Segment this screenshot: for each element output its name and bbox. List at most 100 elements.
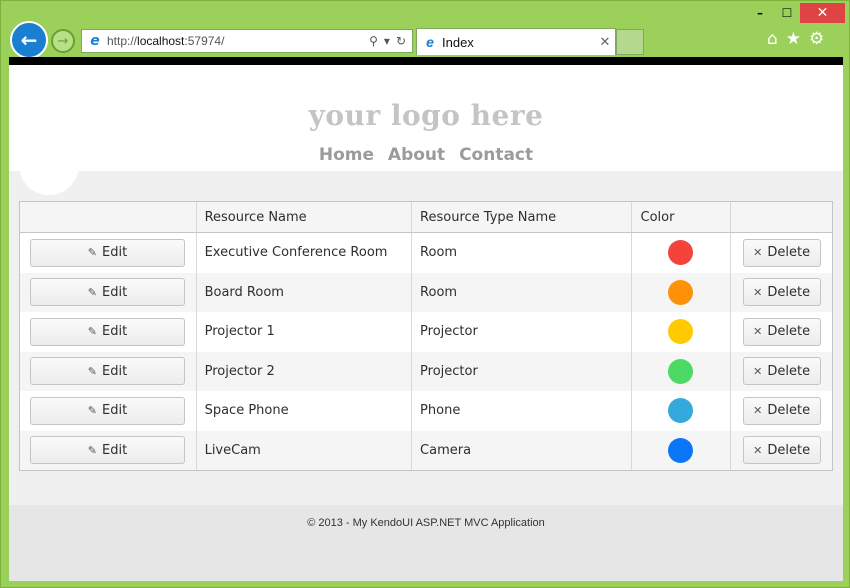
dropdown-icon[interactable]: ▾ (384, 34, 390, 48)
resource-name-cell: Projector 1 (197, 312, 412, 352)
edit-button[interactable]: ✎ Edit (30, 239, 185, 267)
maximize-button[interactable]: ☐ (774, 3, 800, 23)
resource-type-cell: Projector (412, 312, 631, 352)
pencil-icon: ✎ (88, 325, 97, 338)
tab-index[interactable]: e Index ✕ (416, 28, 616, 55)
delete-button[interactable]: ✕Delete (743, 278, 821, 306)
refresh-icon[interactable]: ↻ (396, 34, 406, 48)
resource-name-cell: Space Phone (197, 391, 412, 431)
x-icon: ✕ (753, 365, 762, 378)
back-arrow-icon: ← (21, 28, 38, 52)
edit-button[interactable]: ✎ Edit (30, 278, 185, 306)
column-header-color[interactable]: Color (632, 202, 732, 232)
delete-button[interactable]: ✕Delete (743, 397, 821, 425)
forward-button[interactable]: → (51, 29, 75, 53)
resource-type-cell: Projector (412, 352, 631, 392)
resource-type-cell: Camera (412, 431, 631, 471)
table-row[interactable]: ✎EditExecutive Conference RoomRoom✕Delet… (20, 233, 832, 273)
page-content: your logo here Home About Contact Resour… (9, 65, 843, 581)
delete-button[interactable]: ✕ Delete (743, 357, 821, 385)
x-icon: ✕ (753, 444, 762, 457)
address-bar[interactable]: e http://localhost:57974/ ⚲ ▾ ↻ (81, 29, 413, 53)
pencil-icon: ✎ (88, 286, 97, 299)
delete-label: Delete (767, 443, 810, 458)
decorative-circle (19, 135, 79, 195)
main-nav: Home About Contact (9, 145, 843, 165)
footer-copyright: © 2013 - My KendoUI ASP.NET MVC Applicat… (9, 517, 843, 529)
x-icon: ✕ (753, 404, 762, 417)
edit-button[interactable]: ✎Edit (30, 436, 185, 464)
color-swatch (668, 398, 693, 423)
edit-label: Edit (102, 443, 127, 458)
column-header-resource-type[interactable]: Resource Type Name (412, 202, 631, 232)
color-cell (632, 312, 732, 352)
x-icon: ✕ (753, 286, 762, 299)
delete-label: Delete (767, 245, 810, 260)
settings-gear-icon[interactable]: ⚙ (809, 29, 824, 49)
tab-close-icon[interactable]: ✕ (595, 34, 615, 50)
resource-name-cell: Board Room (197, 273, 412, 313)
color-swatch (668, 438, 693, 463)
nav-contact[interactable]: Contact (459, 145, 533, 165)
edit-cell: ✎Edit (20, 391, 197, 431)
minimize-button[interactable]: – (746, 3, 774, 23)
delete-label: Delete (767, 324, 810, 339)
ie-page-icon: e (87, 33, 103, 49)
color-cell (632, 233, 732, 273)
color-swatch (668, 319, 693, 344)
page-top-bar (9, 57, 843, 65)
column-header-delete (731, 202, 832, 232)
url-text[interactable]: http://localhost:57974/ (107, 34, 369, 48)
search-icon[interactable]: ⚲ (369, 34, 378, 48)
edit-label: Edit (102, 324, 127, 339)
pencil-icon: ✎ (88, 246, 97, 259)
delete-button[interactable]: ✕Delete (743, 318, 821, 346)
site-header: your logo here Home About Contact (9, 65, 843, 171)
delete-cell: ✕Delete (731, 391, 832, 431)
delete-cell: ✕ Delete (731, 352, 832, 392)
color-swatch (668, 280, 693, 305)
pencil-icon: ✎ (88, 404, 97, 417)
ie-tab-icon: e (422, 34, 438, 50)
favorites-star-icon[interactable]: ★ (786, 29, 801, 49)
forward-arrow-icon: → (58, 34, 69, 49)
home-icon[interactable]: ⌂ (767, 29, 778, 49)
edit-cell: ✎ Edit (20, 352, 197, 392)
edit-label: Edit (102, 245, 127, 260)
close-window-button[interactable]: ✕ (800, 3, 845, 23)
nav-about[interactable]: About (388, 145, 445, 165)
delete-button[interactable]: ✕ Delete (743, 239, 821, 267)
delete-label: Delete (767, 364, 810, 379)
resource-type-cell: Phone (412, 391, 631, 431)
title-bar: – ☐ ✕ ← → e http://localhost:57974/ ⚲ ▾ … (1, 1, 850, 57)
back-button[interactable]: ← (10, 21, 48, 59)
site-logo[interactable]: your logo here (9, 99, 843, 132)
x-icon: ✕ (753, 246, 762, 259)
site-footer: © 2013 - My KendoUI ASP.NET MVC Applicat… (9, 505, 843, 581)
edit-button[interactable]: ✎Edit (30, 397, 185, 425)
edit-label: Edit (102, 364, 127, 379)
edit-button[interactable]: ✎ Edit (30, 357, 185, 385)
table-row[interactable]: ✎Edit LiveCamCamera ✕ Delete (20, 431, 832, 471)
grid-body: ✎EditExecutive Conference RoomRoom✕Delet… (20, 233, 832, 470)
nav-home[interactable]: Home (319, 145, 374, 165)
edit-button[interactable]: ✎ Edit (30, 318, 185, 346)
column-header-resource-name[interactable]: Resource Name (197, 202, 412, 232)
table-row[interactable]: ✎EditProjector 2Projector✕Delete (20, 352, 832, 392)
delete-cell: ✕ Delete (731, 431, 832, 471)
delete-cell: ✕Delete (731, 273, 832, 313)
table-row[interactable]: ✎EditBoard RoomRoom✕Delete (20, 273, 832, 313)
resources-grid: Resource Name Resource Type Name Color ✎… (19, 201, 833, 471)
table-row[interactable]: ✎ Edit Projector 1Projector ✕Delete (20, 312, 832, 352)
edit-cell: ✎ Edit (20, 312, 197, 352)
pencil-icon: ✎ (88, 365, 97, 378)
color-cell (632, 431, 732, 471)
browser-window: – ☐ ✕ ← → e http://localhost:57974/ ⚲ ▾ … (0, 0, 850, 588)
table-row[interactable]: ✎Edit Space PhonePhone ✕Delete (20, 391, 832, 431)
new-tab-button[interactable] (616, 29, 644, 55)
delete-button[interactable]: ✕ Delete (743, 436, 821, 464)
color-cell (632, 352, 732, 392)
edit-label: Edit (102, 285, 127, 300)
grid-header-row: Resource Name Resource Type Name Color (20, 202, 832, 233)
resource-name-cell: LiveCam (197, 431, 412, 471)
